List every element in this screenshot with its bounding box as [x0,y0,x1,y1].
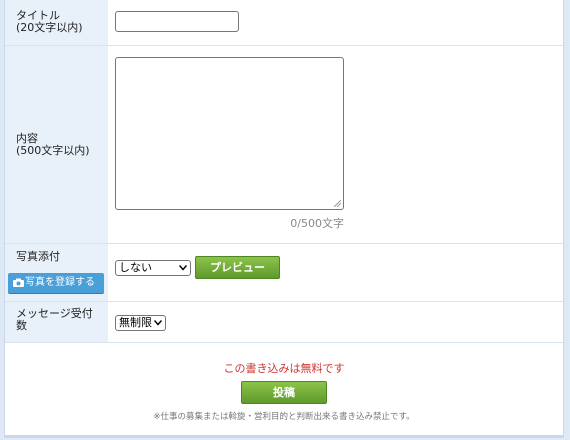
register-photo-label: 写真を登録する [25,277,95,288]
title-input[interactable] [115,11,239,32]
title-row: タイトル (20文字以内) [5,0,563,46]
post-form: タイトル (20文字以内) 内容 (500文字以内) 0/500文字 写真添付 [4,0,564,438]
submit-post-button[interactable]: 投稿 [241,381,327,404]
content-char-counter: 0/500文字 [290,217,344,230]
message-limit-select[interactable]: 無制限 [115,315,166,331]
camera-icon [13,278,24,287]
photo-label-cell: 写真添付 写真を登録する [5,244,108,301]
chevron-down-icon [179,265,187,271]
register-photo-button[interactable]: 写真を登録する [8,273,104,293]
message-limit-select-value: 無制限 [119,316,152,329]
message-limit-label: メッセージ受付 数 [16,307,93,332]
photo-attach-select-value: しない [119,261,152,274]
message-limit-row: メッセージ受付 数 無制限 [5,302,563,343]
title-label-cell: タイトル (20文字以内) [5,0,108,45]
chevron-down-icon [154,320,162,326]
free-posting-note: この書き込みは無料です [223,362,345,375]
content-label-cell: 内容 (500文字以内) [5,46,108,243]
message-limit-label-cell: メッセージ受付 数 [5,302,108,342]
content-label: 内容 (500文字以内) [16,132,90,157]
photo-attach-select[interactable]: しない [115,260,191,276]
resize-handle-icon[interactable] [334,200,341,207]
photo-row: 写真添付 写真を登録する しない プレビュー [5,244,563,302]
title-label: タイトル (20文字以内) [16,9,83,34]
content-row: 内容 (500文字以内) 0/500文字 [5,46,563,244]
preview-button[interactable]: プレビュー [195,256,280,279]
photo-label: 写真添付 [16,250,60,263]
content-textarea[interactable] [115,57,344,210]
posting-rules-notice: ※仕事の募集または斡旋・営利目的と判断出来る書き込み禁止です。 [153,412,415,422]
